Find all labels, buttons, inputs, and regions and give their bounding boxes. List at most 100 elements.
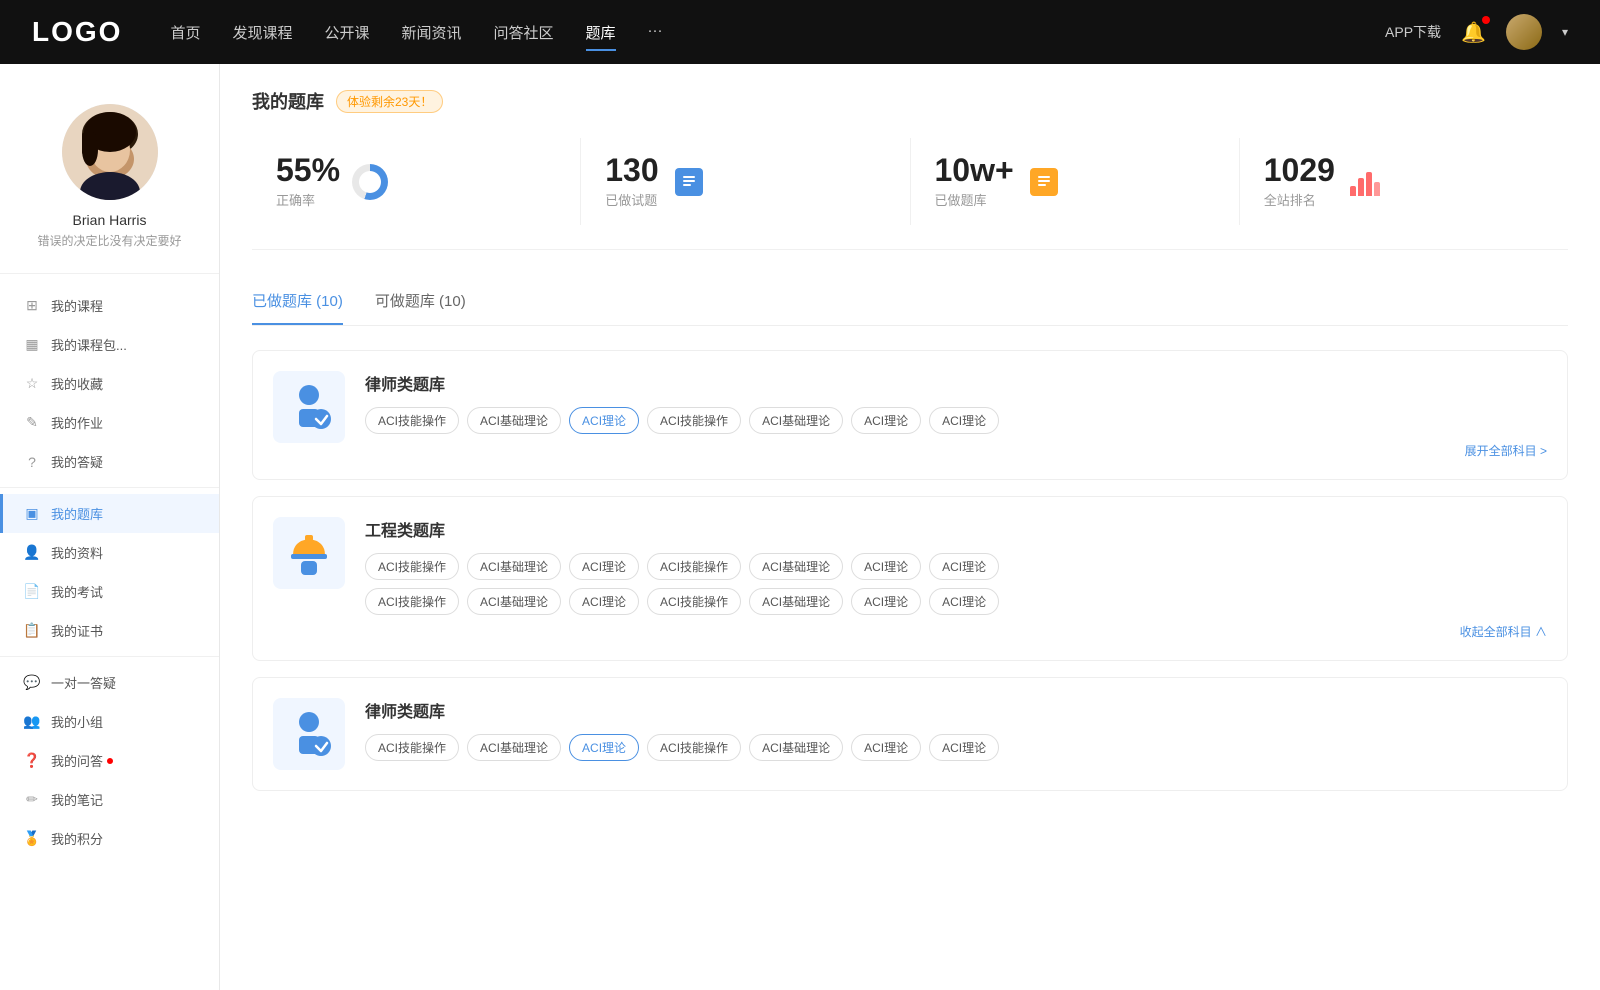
qbank-icon: ▣ xyxy=(23,505,41,523)
sidebar-item-points[interactable]: 🏅 我的积分 xyxy=(0,819,219,858)
sidebar-label-group: 我的小组 xyxy=(51,712,103,731)
chevron-down-icon[interactable]: ▾ xyxy=(1562,25,1568,39)
stat-ranking-value: 1029 xyxy=(1264,154,1335,186)
tag-eng-r1-1[interactable]: ACI基础理论 xyxy=(467,553,561,580)
nav-qa[interactable]: 问答社区 xyxy=(494,18,554,47)
tag-lawyer1-2[interactable]: ACI理论 xyxy=(569,407,639,434)
tag-eng-r1-2[interactable]: ACI理论 xyxy=(569,553,639,580)
stat-accuracy-value: 55% xyxy=(276,154,340,186)
tag-lawyer1-1[interactable]: ACI基础理论 xyxy=(467,407,561,434)
favorites-icon: ☆ xyxy=(23,375,41,393)
sidebar-item-profile-data[interactable]: 👤 我的资料 xyxy=(0,533,219,572)
tag-eng-r1-3[interactable]: ACI技能操作 xyxy=(647,553,741,580)
stat-questions-label: 已做试题 xyxy=(605,190,658,209)
qbank-lawyer-1-content: 律师类题库 ACI技能操作 ACI基础理论 ACI理论 ACI技能操作 ACI基… xyxy=(365,371,1547,459)
sidebar-label-favorites: 我的收藏 xyxy=(51,374,103,393)
tab-done-banks[interactable]: 已做题库 (10) xyxy=(252,282,343,325)
answers-notification-badge xyxy=(107,758,113,764)
points-icon: 🏅 xyxy=(23,830,41,848)
sidebar-item-notes[interactable]: ✏ 我的笔记 xyxy=(0,780,219,819)
tag-lawyer1-3[interactable]: ACI技能操作 xyxy=(647,407,741,434)
tag-eng-r2-1[interactable]: ACI基础理论 xyxy=(467,588,561,615)
sidebar-item-certs[interactable]: 📋 我的证书 xyxy=(0,611,219,650)
bar-2 xyxy=(1358,178,1364,196)
tag-lawyer2-4[interactable]: ACI基础理论 xyxy=(749,734,843,761)
logo: LOGO xyxy=(32,16,122,48)
notes-icon: ✏ xyxy=(23,791,41,809)
user-profile-section: Brian Harris 错误的决定比没有决定要好 xyxy=(0,88,219,274)
stat-accuracy: 55% 正确率 xyxy=(252,138,581,225)
sidebar-item-my-courses[interactable]: ⊞ 我的课程 xyxy=(0,286,219,325)
tag-lawyer1-5[interactable]: ACI理论 xyxy=(851,407,921,434)
profile-name: Brian Harris xyxy=(73,212,147,228)
banks-icon xyxy=(1026,164,1062,200)
sidebar-item-qbank[interactable]: ▣ 我的题库 xyxy=(0,494,219,533)
sidebar-item-answers[interactable]: ❓ 我的问答 xyxy=(0,741,219,780)
avatar xyxy=(62,104,158,200)
sidebar-item-qa[interactable]: ? 我的答疑 xyxy=(0,442,219,481)
sidebar-item-homework[interactable]: ✎ 我的作业 xyxy=(0,403,219,442)
page-title: 我的题库 xyxy=(252,88,324,114)
nav-home[interactable]: 首页 xyxy=(170,18,200,47)
exams-icon: 📄 xyxy=(23,583,41,601)
qbank-lawyer-2-tags: ACI技能操作 ACI基础理论 ACI理论 ACI技能操作 ACI基础理论 AC… xyxy=(365,734,1547,761)
tag-eng-r2-4[interactable]: ACI基础理论 xyxy=(749,588,843,615)
sidebar-item-group[interactable]: 👥 我的小组 xyxy=(0,702,219,741)
tab-available-banks[interactable]: 可做题库 (10) xyxy=(375,282,466,325)
tag-lawyer2-5[interactable]: ACI理论 xyxy=(851,734,921,761)
sidebar-label-qbank: 我的题库 xyxy=(51,504,103,523)
sidebar-item-favorites[interactable]: ☆ 我的收藏 xyxy=(0,364,219,403)
bar-chart-icon xyxy=(1350,168,1380,196)
sidebar-item-course-packs[interactable]: ▦ 我的课程包... xyxy=(0,325,219,364)
tag-lawyer2-0[interactable]: ACI技能操作 xyxy=(365,734,459,761)
tag-eng-r2-6[interactable]: ACI理论 xyxy=(929,588,999,615)
nav-discover[interactable]: 发现课程 xyxy=(232,18,292,47)
tag-lawyer2-2[interactable]: ACI理论 xyxy=(569,734,639,761)
expand-lawyer-1-link[interactable]: 展开全部科目 > xyxy=(365,442,1547,459)
app-download-button[interactable]: APP下载 xyxy=(1385,22,1441,42)
tag-lawyer1-4[interactable]: ACI基础理论 xyxy=(749,407,843,434)
tag-lawyer2-3[interactable]: ACI技能操作 xyxy=(647,734,741,761)
tag-lawyer1-6[interactable]: ACI理论 xyxy=(929,407,999,434)
homework-icon: ✎ xyxy=(23,414,41,432)
qbank-engineer-tags-row2: ACI技能操作 ACI基础理论 ACI理论 ACI技能操作 ACI基础理论 AC… xyxy=(365,588,1547,615)
lawyer-icon-2 xyxy=(283,708,335,760)
sidebar-label-my-courses: 我的课程 xyxy=(51,296,103,315)
qa-icon: ? xyxy=(23,453,41,471)
profile-motto: 错误的决定比没有决定要好 xyxy=(21,232,197,249)
lawyer-icon-wrap-2 xyxy=(273,698,345,770)
bar-1 xyxy=(1350,186,1356,196)
lawyer-icon-wrap-1 xyxy=(273,371,345,443)
tag-eng-r2-3[interactable]: ACI技能操作 xyxy=(647,588,741,615)
engineer-icon-wrap xyxy=(273,517,345,589)
tag-eng-r1-4[interactable]: ACI基础理论 xyxy=(749,553,843,580)
tag-eng-r1-6[interactable]: ACI理论 xyxy=(929,553,999,580)
profile-data-icon: 👤 xyxy=(23,544,41,562)
tag-eng-r1-0[interactable]: ACI技能操作 xyxy=(365,553,459,580)
tag-eng-r2-5[interactable]: ACI理论 xyxy=(851,588,921,615)
sidebar-label-exams: 我的考试 xyxy=(51,582,103,601)
nav-more[interactable]: ··· xyxy=(648,18,663,47)
sidebar-label-certs: 我的证书 xyxy=(51,621,103,640)
tag-eng-r2-2[interactable]: ACI理论 xyxy=(569,588,639,615)
one-on-one-icon: 💬 xyxy=(23,674,41,692)
nav-opencourse[interactable]: 公开课 xyxy=(324,18,369,47)
tag-eng-r1-5[interactable]: ACI理论 xyxy=(851,553,921,580)
notification-badge xyxy=(1482,16,1490,24)
tag-eng-r2-0[interactable]: ACI技能操作 xyxy=(365,588,459,615)
stat-questions-value: 130 xyxy=(605,154,658,186)
tag-lawyer2-1[interactable]: ACI基础理论 xyxy=(467,734,561,761)
tag-lawyer2-6[interactable]: ACI理论 xyxy=(929,734,999,761)
notification-bell-icon[interactable]: 🔔 xyxy=(1461,20,1486,45)
trial-badge: 体验剩余23天！ xyxy=(336,90,443,113)
course-packs-icon: ▦ xyxy=(23,336,41,354)
nav-news[interactable]: 新闻资讯 xyxy=(402,18,462,47)
collapse-engineer-link[interactable]: 收起全部科目 ∧ xyxy=(365,623,1547,640)
qbank-lawyer-1-tags: ACI技能操作 ACI基础理论 ACI理论 ACI技能操作 ACI基础理论 AC… xyxy=(365,407,1547,434)
tag-lawyer1-0[interactable]: ACI技能操作 xyxy=(365,407,459,434)
sidebar-item-one-on-one[interactable]: 💬 一对一答疑 xyxy=(0,663,219,702)
user-avatar[interactable] xyxy=(1506,14,1542,50)
nav-qbank[interactable]: 题库 xyxy=(586,18,616,47)
lawyer-icon-1 xyxy=(283,381,335,433)
sidebar-item-exams[interactable]: 📄 我的考试 xyxy=(0,572,219,611)
